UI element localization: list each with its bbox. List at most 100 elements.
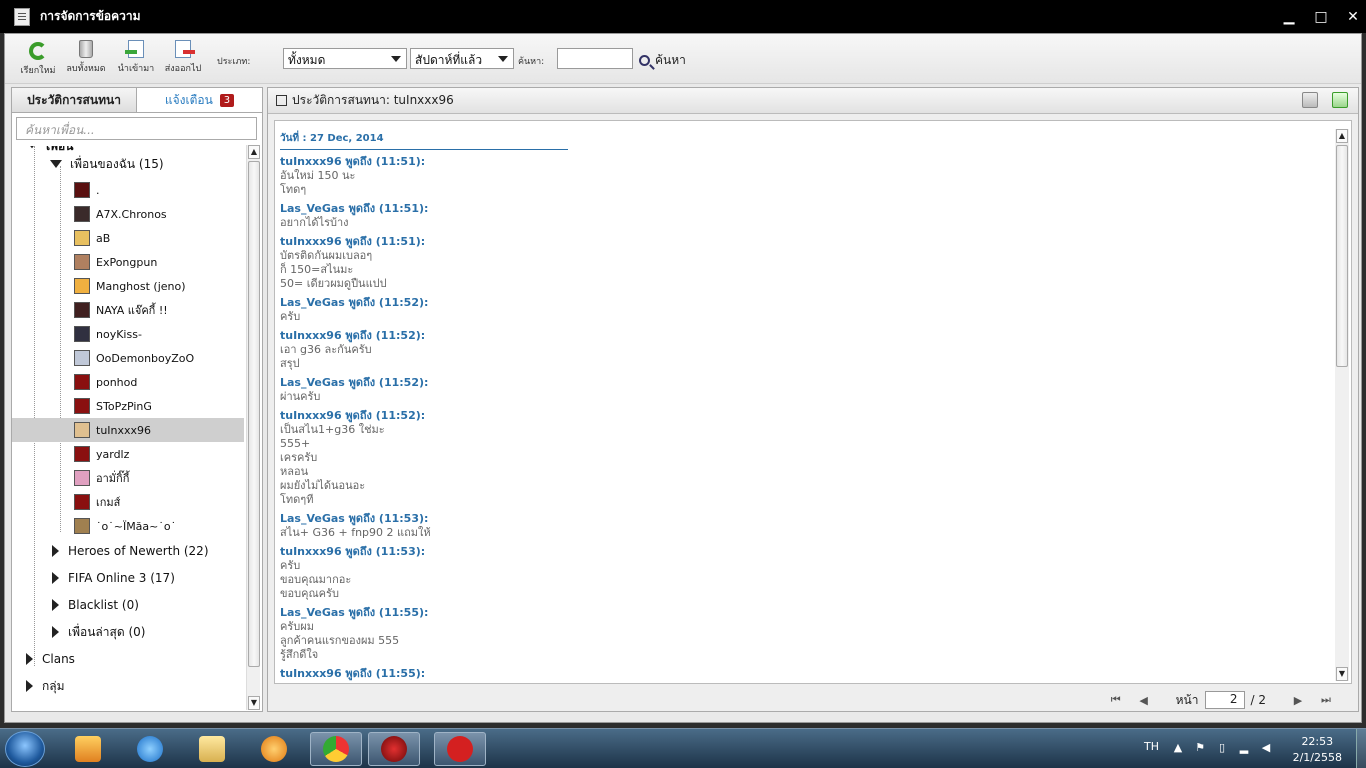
delete-all-button[interactable]: ลบทั้งหมด [65,40,107,75]
expanded-icon [50,160,62,168]
friend-item-selected[interactable]: tuInxxx96 [12,418,244,442]
friend-item[interactable]: SToPzPinG [12,394,244,418]
explorer-taskbar-item[interactable] [186,732,238,766]
next-page-icon[interactable]: ▶ [1288,694,1308,707]
channel3-taskbar-item[interactable] [434,732,486,766]
chat-scrollbar[interactable]: ▲ ▼ [1335,129,1349,681]
delete-history-icon[interactable] [1302,92,1318,108]
avatar [74,518,90,534]
ie-taskbar-item[interactable] [124,732,176,766]
message-line: ก็ 150=สไนมะ [280,263,354,276]
import-button[interactable]: นำเข้ามา [117,40,155,75]
avatar [74,374,90,390]
friend-item[interactable]: ˙o˙~ΪΜăa~˙o˙ [12,514,244,538]
avatar [74,326,90,342]
message-line: 50= เดียวผมดูปืนแปป [280,277,387,290]
messenger-taskbar-item[interactable] [248,732,300,766]
network-icon[interactable]: ▂ [1238,742,1250,754]
avatar [74,470,90,486]
trash-icon [79,40,93,58]
minimize-icon[interactable]: ▁ [1282,10,1296,24]
message-line: อยากได้ไรบ้าง [280,216,349,229]
friend-item[interactable]: อามั่กิ๊กี้ [12,466,244,490]
tab-alerts[interactable]: แจ้งเตือน 3 [137,88,262,113]
scroll-thumb[interactable] [1336,145,1348,367]
chat-history-header: ประวัติการสนทนา: tuInxxx96 [268,88,1358,114]
flag-icon[interactable]: ⚑ [1194,742,1206,754]
clock[interactable]: 22:53 2/1/2558 [1293,734,1342,766]
show-desktop-button[interactable] [1356,729,1366,768]
last-page-icon[interactable]: ⏭ [1316,693,1336,707]
power-icon[interactable]: ▯ [1216,742,1228,754]
close-icon[interactable]: ✕ [1346,10,1360,24]
scroll-thumb[interactable] [248,161,260,667]
first-page-icon[interactable]: ⏮ [1106,693,1126,707]
chrome-taskbar-item[interactable] [310,732,362,766]
message-sender: Las_VeGas พูดถึง (11:52): [280,296,429,309]
avatar [74,422,90,438]
friend-item[interactable]: NAYA แจ๊คกี้ !! [12,298,244,322]
chevron-down-icon [498,56,508,62]
friend-item[interactable]: A7X.Chronos [12,202,244,226]
import-label: นำเข้ามา [117,64,155,74]
avatar [74,278,90,294]
message-sender: Las_VeGas พูดถึง (11:52): [280,376,429,389]
language-indicator[interactable]: TH [1144,740,1159,753]
friend-item[interactable]: . [12,178,244,202]
friend-item[interactable]: noyKiss- [12,322,244,346]
avatar [74,446,90,462]
scroll-up-icon[interactable]: ▲ [248,145,260,159]
tree-group-fifa[interactable]: FIFA Online 3 (17) [12,566,244,590]
tree-group-my-friends[interactable]: เพื่อนของฉัน (15) [12,152,244,176]
avatar [74,254,90,270]
tab-history[interactable]: ประวัติการสนทนา [12,88,137,113]
tree-group-hon[interactable]: Heroes of Newerth (22) [12,539,244,563]
start-button[interactable] [5,731,45,767]
volume-icon[interactable]: ◀ [1260,742,1272,754]
friend-item[interactable]: aB [12,226,244,250]
chat-message: Las_VeGas พูดถึง (11:55): ครับผม ลูกค้าคนแ… [280,606,1320,662]
tree-group-blacklist[interactable]: Blacklist (0) [12,593,244,617]
friend-item[interactable]: OoDemonboyZoO [12,346,244,370]
friend-item[interactable]: Manghost (jeno) [12,274,244,298]
friend-tree-scrollbar[interactable]: ▲ ▼ [246,145,260,710]
prev-page-icon[interactable]: ◀ [1134,694,1154,707]
scroll-up-icon[interactable]: ▲ [1336,129,1348,143]
avatar [74,398,90,414]
media-player-taskbar-item[interactable] [62,732,114,766]
maximize-icon[interactable]: □ [1314,10,1328,24]
message-manager-window: เรียกใหม่ ลบทั้งหมด นำเข้ามา ส่งออกไป ปร… [4,33,1362,723]
message-line: เอา g36 ละกันครับ [280,343,372,356]
message-line: ครับ [280,559,301,572]
avatar [74,302,90,318]
scroll-down-icon[interactable]: ▼ [248,696,260,710]
avatar [74,350,90,366]
game-chat-taskbar-item[interactable] [368,732,420,766]
search-input[interactable] [557,48,633,69]
friend-item[interactable]: yardlz [12,442,244,466]
message-line: ผมยังไม่ได้นอนอะ [280,479,366,492]
save-history-icon[interactable] [1332,92,1348,108]
scroll-down-icon[interactable]: ▼ [1336,667,1348,681]
message-line: อันใหม่ 150 นะ [280,169,356,182]
ie-icon [137,736,163,762]
type-select[interactable]: ทั้งหมด [283,48,407,69]
tree-group-recent[interactable]: เพื่อนล่าสุด (0) [12,620,244,644]
friend-search-input[interactable]: ค้นหาเพื่อน... [16,117,257,140]
export-button[interactable]: ส่งออกไป [163,40,203,75]
message-sender: Las_VeGas พูดถึง (11:53): [280,512,429,525]
period-select[interactable]: สัปดาห์ที่แล้ว [410,48,514,69]
system-tray: TH ▲ ⚑ ▯ ▂ ◀ 22:53 2/1/2558 [1126,729,1366,768]
page-input[interactable]: 2 [1204,691,1245,709]
tree-group-groups[interactable]: กลุ่ม [12,674,244,698]
collapsed-icon [26,680,33,692]
search-button[interactable]: ค้นหา [639,51,686,70]
friend-item[interactable]: เกมส์ [12,490,244,514]
refresh-button[interactable]: เรียกใหม่ [19,40,57,77]
show-hidden-icon[interactable]: ▲ [1172,742,1184,754]
friend-item[interactable]: ExPongpun [12,250,244,274]
tree-group-clans[interactable]: Clans [12,647,244,671]
message-line: รู้สึกดีใจ [280,648,319,661]
friend-item[interactable]: ponhod [12,370,244,394]
taskbar: TH ▲ ⚑ ▯ ▂ ◀ 22:53 2/1/2558 [0,728,1366,768]
